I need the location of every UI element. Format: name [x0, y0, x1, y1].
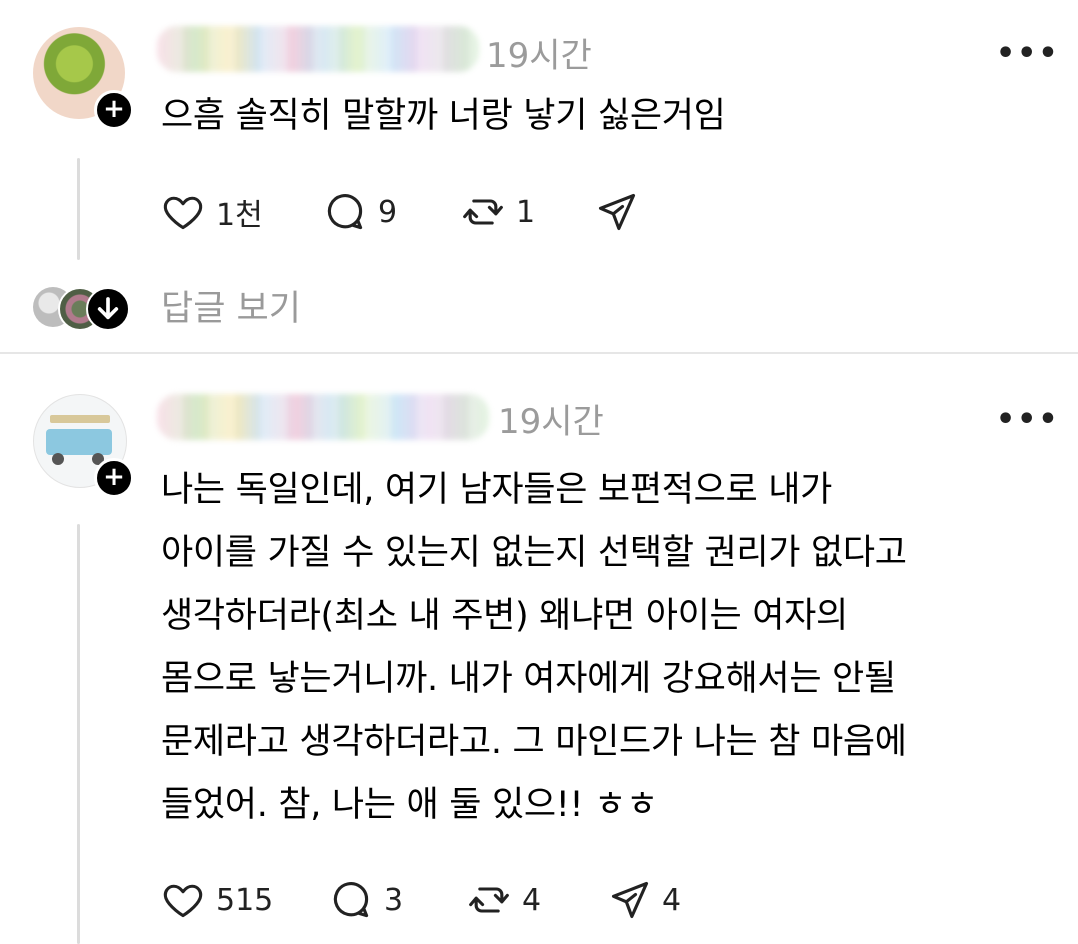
post-text-line: 나는 독일인데, 여기 남자들은 보편적으로 내가	[161, 470, 833, 510]
comment-icon	[327, 194, 363, 230]
arrow-down-icon[interactable]	[86, 287, 130, 331]
more-icon[interactable]: •••	[996, 402, 1060, 437]
follow-plus-icon[interactable]: +	[94, 90, 134, 130]
post-text-line: 생각하더라(최소 내 주변) 왜냐면 아이는 여자의	[161, 596, 848, 636]
username-redacted[interactable]	[157, 394, 489, 440]
thread-line	[77, 524, 80, 944]
repost-icon	[469, 887, 509, 913]
post-2: + 19시간 ••• 나는 독일인데, 여기 남자들은 보편적으로 내가 아이를…	[0, 354, 1078, 944]
like-count: 1천	[216, 198, 263, 233]
follow-plus-icon[interactable]: +	[94, 458, 134, 498]
share-count: 4	[662, 882, 682, 918]
post-1: + 19시간 ••• 으흠 솔직히 말할까 너랑 낳기 싫은거임 1천 9 1 …	[0, 0, 1078, 352]
repost-button[interactable]: 1	[460, 190, 535, 234]
view-replies-link[interactable]: 답글 보기	[161, 280, 301, 331]
repost-icon	[463, 199, 503, 225]
share-button[interactable]: 4	[608, 878, 681, 922]
repost-count: 1	[516, 194, 536, 230]
heart-icon	[163, 884, 203, 918]
post-text-line: 들었어. 참, 나는 애 둘 있으!! ㅎㅎ	[161, 785, 658, 825]
share-button[interactable]	[595, 190, 649, 234]
comment-count: 3	[384, 882, 404, 918]
more-icon[interactable]: •••	[996, 36, 1060, 71]
thread-line	[77, 158, 80, 260]
post-text-line: 으흠 솔직히 말할까 너랑 낳기 싫은거임	[161, 96, 726, 136]
comment-count: 9	[378, 194, 398, 230]
like-count: 515	[216, 882, 274, 918]
post-text-line: 문제라고 생각하더라고. 그 마인드가 나는 참 마음에	[161, 722, 907, 762]
repost-button[interactable]: 4	[466, 878, 541, 922]
post-time: 19시간	[486, 36, 592, 76]
post-text: 으흠 솔직히 말할까 너랑 낳기 싫은거임	[161, 90, 726, 142]
comment-button[interactable]: 3	[328, 878, 403, 922]
post-time: 19시간	[498, 402, 604, 442]
like-button[interactable]: 515	[160, 878, 273, 922]
comment-button[interactable]: 9	[322, 190, 397, 234]
send-icon	[611, 881, 649, 919]
username-redacted[interactable]	[157, 26, 479, 72]
comment-icon	[333, 882, 369, 918]
send-icon	[598, 193, 636, 231]
like-button[interactable]: 1천	[160, 190, 263, 234]
heart-icon	[163, 196, 203, 230]
post-text-line: 아이를 가질 수 있는지 없는지 선택할 권리가 없다고	[161, 533, 907, 573]
repost-count: 4	[522, 882, 542, 918]
post-text: 나는 독일인데, 여기 남자들은 보편적으로 내가 아이를 가질 수 있는지 없…	[161, 459, 1061, 837]
post-text-line: 몸으로 낳는거니까. 내가 여자에게 강요해서는 안될	[161, 659, 896, 699]
